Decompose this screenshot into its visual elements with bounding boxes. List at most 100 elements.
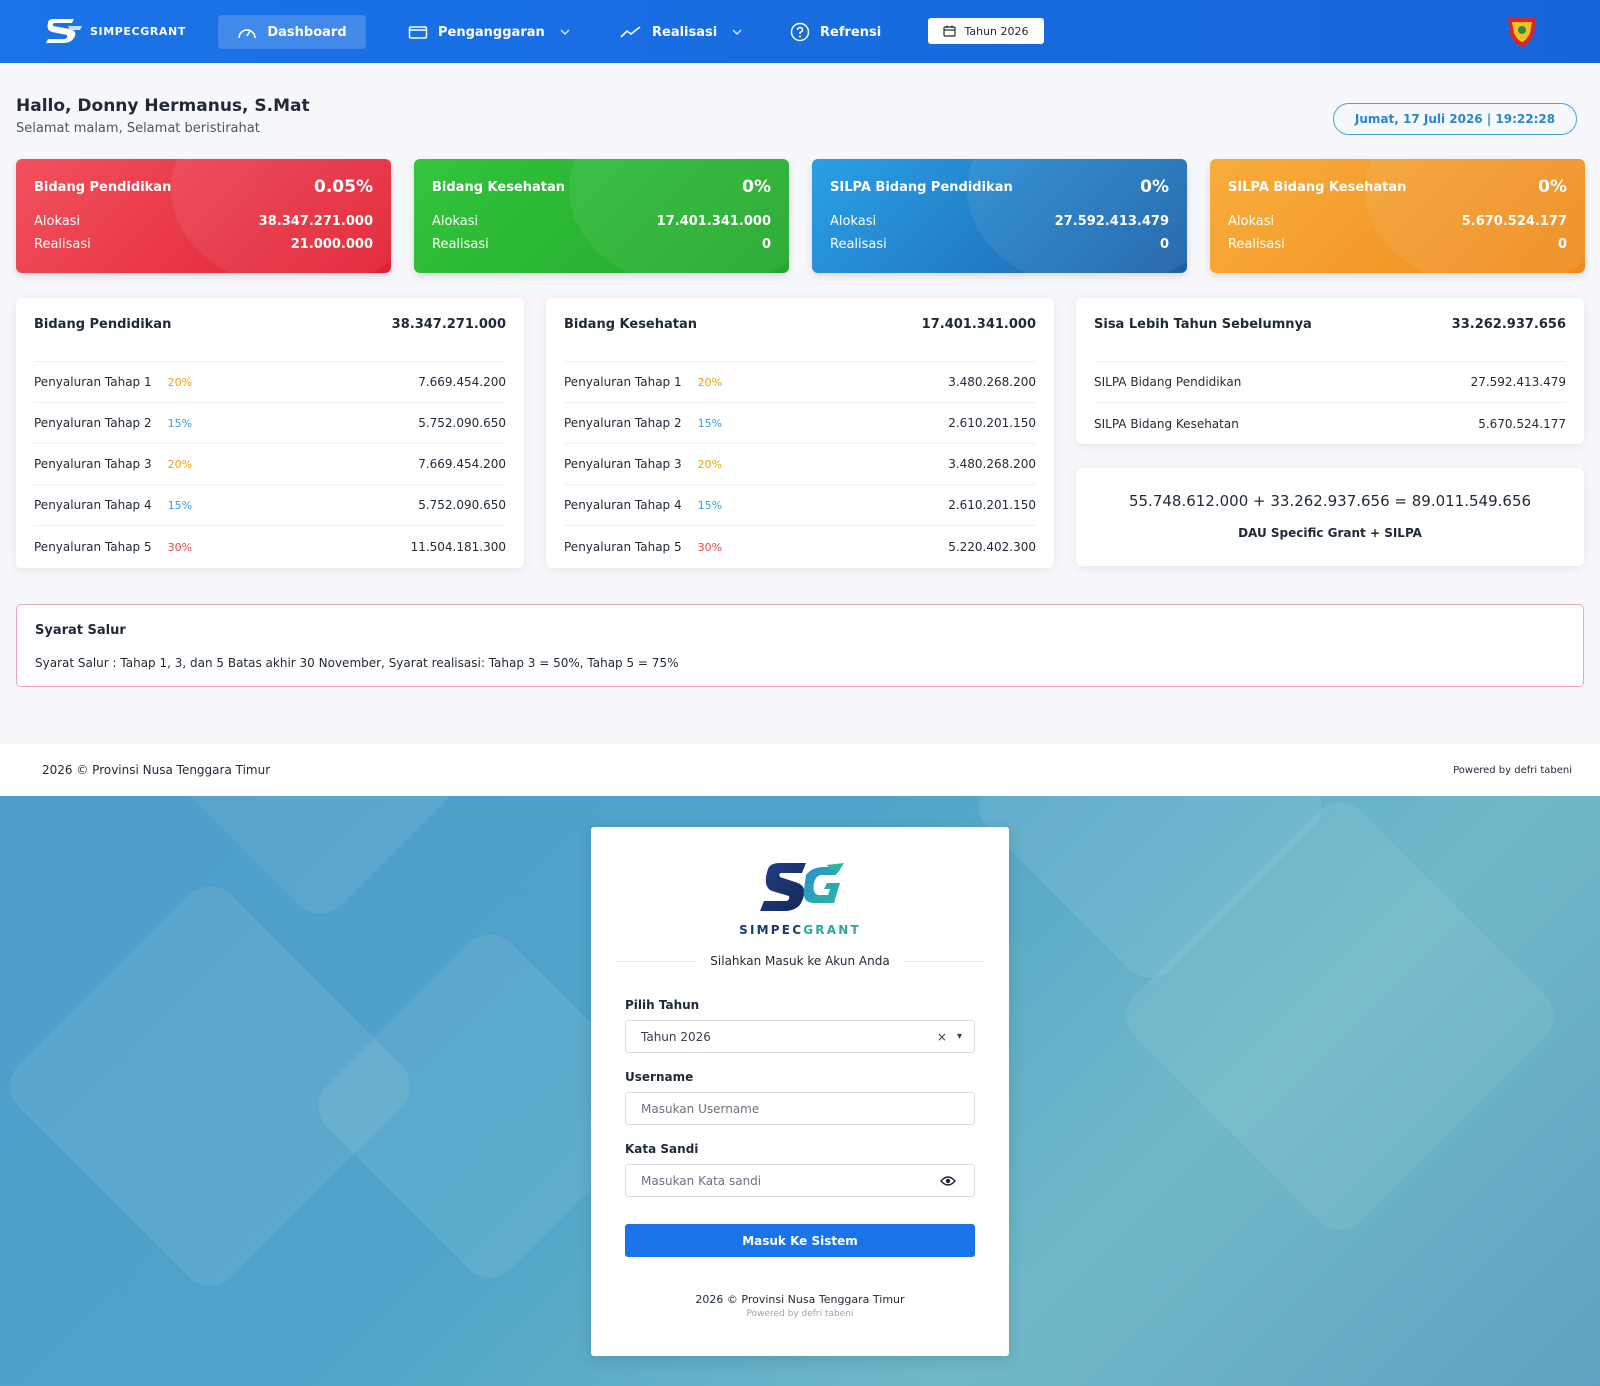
username-input[interactable] — [625, 1092, 975, 1125]
table-row: Penyaluran Tahap 3 20% 7.669.454.200 — [34, 444, 506, 485]
row-percent: 20% — [697, 376, 723, 389]
card-header: Bidang Kesehatan 17.401.341.000 — [564, 298, 1036, 362]
summary-card: 55.748.612.000 + 33.262.937.656 = 89.011… — [1076, 468, 1584, 566]
top-navbar: SIMPECGRANT Dashboard Penganggaran Reali… — [0, 0, 1600, 63]
row-value: 7.669.454.200 — [418, 375, 506, 389]
province-emblem[interactable] — [1504, 14, 1540, 52]
row-label: Penyaluran Tahap 1 — [34, 375, 152, 389]
select-controls: × ▾ — [937, 1021, 962, 1052]
row-percent: 15% — [697, 499, 723, 512]
login-subtitle: Silahkan Masuk ke Akun Anda — [710, 954, 890, 968]
gauge-icon — [238, 29, 257, 39]
row-value: 3.480.268.200 — [948, 457, 1036, 471]
row-value: 7.669.454.200 — [418, 457, 506, 471]
syarat-salur-panel: Syarat Salur Syarat Salur : Tahap 1, 3, … — [16, 604, 1584, 687]
stat-realisasi-label: Realisasi — [830, 237, 887, 252]
stat-alokasi-label: Alokasi — [1228, 214, 1275, 229]
row-label: Penyaluran Tahap 4 — [34, 498, 152, 512]
trend-icon — [620, 26, 641, 38]
nav-item-refrensi[interactable]: Refrensi — [772, 15, 899, 49]
card-header: Sisa Lebih Tahun Sebelumnya 33.262.937.6… — [1094, 298, 1566, 362]
eye-icon[interactable] — [940, 1176, 956, 1186]
stat-realisasi-value: 21.000.000 — [290, 237, 373, 252]
stat-card-silpa-pendidikan: SILPA Bidang Pendidikan 0% Alokasi 27.592.… — [812, 159, 1187, 273]
row-value: 5.752.090.650 — [418, 498, 506, 512]
table-row: Penyaluran Tahap 5 30% 5.220.402.300 — [564, 526, 1036, 567]
year-selector-button[interactable]: Tahun 2026 — [928, 18, 1044, 44]
stat-percent: 0% — [742, 177, 771, 197]
table-row: Penyaluran Tahap 2 15% 2.610.201.150 — [564, 403, 1036, 444]
stat-realisasi-value: 0 — [1159, 237, 1169, 252]
nav-item-label: Penganggaran — [438, 24, 545, 40]
card-title: Bidang Pendidikan — [34, 317, 172, 332]
brand-name: SIMPECGRANT — [90, 24, 186, 38]
stat-alokasi-value: 17.401.341.000 — [656, 214, 771, 229]
divider — [615, 960, 697, 962]
stat-card-pendidikan: Bidang Pendidikan 0.05% Alokasi 38.347.271… — [16, 159, 391, 273]
divider — [903, 960, 985, 962]
calendar-icon — [943, 25, 957, 37]
stat-realisasi-label: Realisasi — [34, 237, 91, 252]
login-submit-button[interactable]: Masuk Ke Sistem — [625, 1224, 975, 1257]
row-value: 5.670.524.177 — [1478, 416, 1566, 431]
table-row: Penyaluran Tahap 3 20% 3.480.268.200 — [564, 444, 1036, 485]
row-percent: 20% — [167, 458, 193, 471]
card-total: 38.347.271.000 — [391, 317, 506, 332]
nav-item-label: Dashboard — [267, 24, 347, 40]
syarat-text: Syarat Salur : Tahap 1, 3, dan 5 Batas a… — [35, 656, 679, 670]
card-total: 17.401.341.000 — [921, 317, 1036, 332]
brand-logo[interactable]: SIMPECGRANT — [44, 17, 186, 45]
kesehatan-card: Bidang Kesehatan 17.401.341.000 Penyalur… — [546, 298, 1054, 568]
shield-emblem-icon — [1508, 18, 1536, 47]
row-percent: 15% — [167, 499, 193, 512]
nav-item-realisasi[interactable]: Realisasi — [602, 15, 761, 49]
clear-icon[interactable]: × — [937, 1030, 947, 1044]
footer-powered: Powered by defri tabeni — [1453, 764, 1572, 776]
datetime-badge: Jumat, 17 Juli 2026 | 19:22:28 — [1333, 103, 1577, 135]
stat-alokasi-value: 27.592.413.479 — [1054, 214, 1169, 229]
year-label: Tahun 2026 — [964, 24, 1029, 38]
table-row: Penyaluran Tahap 4 15% 2.610.201.150 — [564, 485, 1036, 526]
nav-item-label: Refrensi — [820, 24, 882, 40]
stat-realisasi-label: Realisasi — [432, 237, 489, 252]
stat-realisasi-value: 0 — [1557, 237, 1567, 252]
row-value: 27.592.413.479 — [1470, 375, 1566, 389]
stat-title: Bidang Kesehatan — [432, 179, 566, 195]
nav-item-dashboard[interactable]: Dashboard — [218, 15, 366, 49]
stat-title: SILPA Bidang Kesehatan — [1228, 179, 1407, 195]
row-label: Penyaluran Tahap 5 — [34, 539, 152, 554]
row-percent: 30% — [697, 540, 723, 554]
year-select[interactable]: Tahun 2026 × ▾ — [625, 1020, 975, 1053]
stat-card-kesehatan: Bidang Kesehatan 0% Alokasi 17.401.341.000… — [414, 159, 789, 273]
login-logo: SIMPECGRANT — [591, 861, 1009, 937]
stat-percent: 0% — [1538, 177, 1567, 197]
wallet-icon — [408, 26, 428, 39]
login-brand-name: SIMPECGRANT — [739, 923, 861, 937]
stat-realisasi-label: Realisasi — [1228, 237, 1285, 252]
caret-down-icon[interactable]: ▾ — [957, 1031, 962, 1042]
row-label: Penyaluran Tahap 4 — [564, 498, 682, 512]
table-row: Penyaluran Tahap 2 15% 5.752.090.650 — [34, 403, 506, 444]
stat-title: SILPA Bidang Pendidikan — [830, 179, 1013, 195]
row-label: Penyaluran Tahap 1 — [564, 375, 682, 389]
greeting-title: Hallo, Donny Hermanus, S.Mat — [16, 96, 310, 116]
stat-alokasi-value: 5.670.524.177 — [1461, 214, 1567, 229]
password-field-label: Kata Sandi — [625, 1142, 699, 1156]
greeting-subtitle: Selamat malam, Selamat beristirahat — [16, 121, 260, 136]
row-percent: 20% — [167, 376, 193, 389]
syarat-title: Syarat Salur — [35, 623, 126, 638]
row-label: Penyaluran Tahap 3 — [564, 457, 682, 471]
table-row: SILPA Bidang Pendidikan 27.592.413.479 — [1094, 362, 1566, 403]
row-label: SILPA Bidang Pendidikan — [1094, 375, 1242, 389]
row-value: 11.504.181.300 — [410, 539, 506, 554]
stat-alokasi-label: Alokasi — [830, 214, 877, 229]
stat-card-silpa-kesehatan: SILPA Bidang Kesehatan 0% Alokasi 5.670.52… — [1210, 159, 1585, 273]
table-row: Penyaluran Tahap 1 20% 7.669.454.200 — [34, 362, 506, 403]
nav-item-penganggaran[interactable]: Penganggaran — [390, 15, 589, 49]
stat-alokasi-label: Alokasi — [432, 214, 479, 229]
simpecgrant-logo-icon — [760, 863, 844, 911]
stat-percent: 0.05% — [314, 177, 373, 197]
password-input[interactable] — [625, 1164, 975, 1197]
year-field-label: Pilih Tahun — [625, 998, 700, 1012]
card-title: Bidang Kesehatan — [564, 317, 698, 332]
